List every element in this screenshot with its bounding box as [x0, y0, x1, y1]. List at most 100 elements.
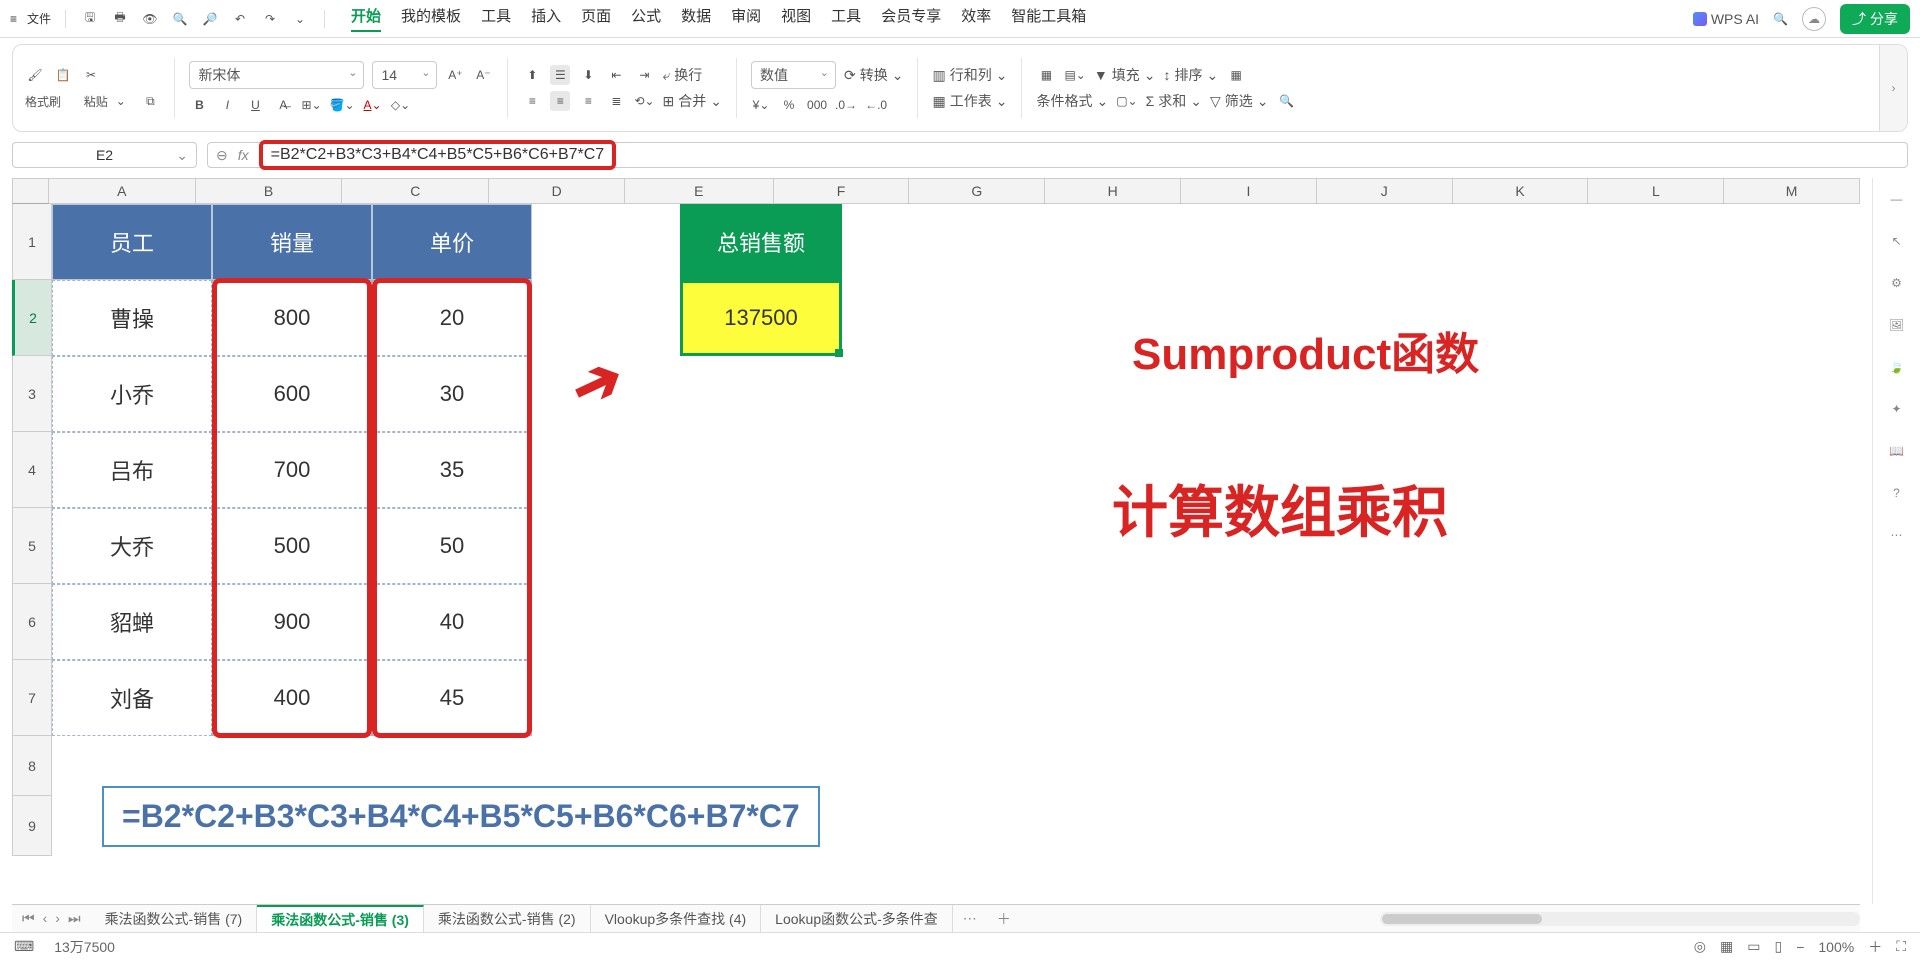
more-icon[interactable]: ▦ — [1226, 65, 1246, 85]
zoom-level[interactable]: 100% — [1818, 939, 1854, 955]
row-header-9[interactable]: 9 — [12, 796, 52, 856]
indent-inc-icon[interactable]: ⇥ — [634, 65, 654, 85]
view-mode-icon[interactable]: ◎ — [1694, 938, 1706, 955]
cell-C6[interactable]: 40 — [372, 584, 532, 660]
col-header-F[interactable]: F — [774, 178, 910, 204]
align-right-icon[interactable]: ≡ — [578, 91, 598, 111]
copy-icon[interactable]: ⧉ — [140, 91, 160, 111]
cell-B5[interactable]: 500 — [212, 508, 372, 584]
cell-A1[interactable]: 员工 — [52, 204, 212, 280]
sort-button[interactable]: ↕ 排序⌄ — [1163, 65, 1218, 85]
formula-bar[interactable]: ⊖ fx =B2*C2+B3*C3+B4*C4+B5*C5+B6*C6+B7*C… — [207, 142, 1908, 168]
strikethrough-icon[interactable]: A̶ — [273, 95, 293, 115]
preview-icon[interactable]: 👁 — [140, 12, 160, 26]
number-format-select[interactable]: 数值 — [751, 61, 836, 89]
row-header-1[interactable]: 1 — [12, 204, 52, 280]
cell-C2[interactable]: 20 — [372, 280, 532, 356]
sheet-tab[interactable]: Vlookup多条件查找 (4) — [591, 905, 762, 933]
sheet-first-icon[interactable]: ⏮ — [22, 910, 35, 927]
bold-icon[interactable]: B — [189, 95, 209, 115]
col-header-D[interactable]: D — [489, 178, 625, 204]
sheet-prev-icon[interactable]: ‹ — [43, 910, 48, 927]
sum-button[interactable]: Σ 求和⌄ — [1146, 91, 1202, 111]
share-button[interactable]: ⤴ 分享 — [1840, 4, 1910, 34]
horizontal-scrollbar[interactable] — [1380, 912, 1860, 926]
tab-公式[interactable]: 公式 — [631, 5, 661, 32]
tab-我的模板[interactable]: 我的模板 — [401, 5, 461, 32]
tab-效率[interactable]: 效率 — [961, 5, 991, 32]
cloud-icon[interactable]: ☁ — [1802, 7, 1826, 31]
font-size-select[interactable]: 14 — [372, 61, 437, 89]
row-header-4[interactable]: 4 — [12, 432, 52, 508]
cell-B3[interactable]: 600 — [212, 356, 372, 432]
worksheet-button[interactable]: ▦ 工作表⌄ — [932, 91, 1007, 111]
row-header-7[interactable]: 7 — [12, 660, 52, 736]
cell-A3[interactable]: 小乔 — [52, 356, 212, 432]
col-header-B[interactable]: B — [196, 178, 343, 204]
clear-format-icon[interactable]: ◇⌄ — [391, 95, 411, 115]
col-header-C[interactable]: C — [342, 178, 489, 204]
format-painter-icon[interactable]: 🖌 — [25, 65, 45, 85]
col-header-H[interactable]: H — [1045, 178, 1181, 204]
col-header-J[interactable]: J — [1317, 178, 1453, 204]
align-middle-icon[interactable]: ☰ — [550, 65, 570, 85]
zoom-out-icon[interactable]: − — [1796, 939, 1804, 955]
select-all-corner[interactable] — [12, 178, 49, 204]
cursor-icon[interactable]: ↖ — [1891, 234, 1901, 248]
sheet-last-icon[interactable]: ⏭ — [68, 910, 81, 927]
search-doc-icon[interactable]: 🔍 — [170, 12, 190, 26]
increase-font-icon[interactable]: A⁺ — [445, 65, 465, 85]
sheet-tab[interactable]: Lookup函数公式-多条件查 — [761, 905, 953, 933]
border-icon[interactable]: ⊞⌄ — [301, 95, 321, 115]
save-icon[interactable]: 🖫 — [80, 8, 100, 29]
tab-工具[interactable]: 工具 — [481, 5, 511, 32]
leaf-icon[interactable]: 🍃 — [1889, 360, 1904, 374]
tab-智能工具箱[interactable]: 智能工具箱 — [1011, 5, 1086, 32]
row-header-8[interactable]: 8 — [12, 736, 52, 796]
tab-视图[interactable]: 视图 — [781, 5, 811, 32]
paste-icon[interactable]: 📋 — [53, 65, 73, 85]
comma-icon[interactable]: 000 — [807, 95, 827, 115]
file-menu[interactable]: 文件 — [27, 10, 51, 27]
cell-C1[interactable]: 单价 — [372, 204, 532, 280]
cell-B7[interactable]: 400 — [212, 660, 372, 736]
format-painter-label[interactable]: 格式刷 — [25, 93, 61, 110]
tab-审阅[interactable]: 审阅 — [731, 5, 761, 32]
cell-B2[interactable]: 800 — [212, 280, 372, 356]
tab-开始[interactable]: 开始 — [351, 5, 381, 32]
replace-icon[interactable]: 🔎 — [200, 12, 220, 26]
fill-color-icon[interactable]: 🪣⌄ — [330, 95, 355, 115]
align-left-icon[interactable]: ≡ — [522, 91, 542, 111]
add-sheet-icon[interactable]: ＋ — [987, 909, 1021, 929]
row-header-2[interactable]: 2 — [12, 280, 52, 356]
format-table-icon[interactable]: ▢⌄ — [1116, 91, 1137, 111]
align-center-icon[interactable]: ≡ — [550, 91, 570, 111]
inc-decimal-icon[interactable]: .0→ — [835, 95, 857, 115]
sheet-tab[interactable]: 乘法函数公式-销售 (3) — [257, 905, 424, 933]
cut-icon[interactable]: ✂ — [81, 65, 101, 85]
cell-B6[interactable]: 900 — [212, 584, 372, 660]
spreadsheet-grid[interactable]: ABCDEFGHIJKLM 123456789 员工销量单价总销售额曹操8002… — [12, 178, 1860, 904]
col-header-L[interactable]: L — [1588, 178, 1724, 204]
col-header-K[interactable]: K — [1453, 178, 1589, 204]
fill-button[interactable]: ▼ 填充⌄ — [1094, 65, 1156, 85]
tab-工具[interactable]: 工具 — [831, 5, 861, 32]
search-icon[interactable]: 🔍 — [1773, 12, 1788, 26]
name-box[interactable]: E2 — [12, 142, 197, 168]
sheet-tab[interactable]: 乘法函数公式-销售 (7) — [91, 905, 258, 933]
help-icon[interactable]: ? — [1893, 486, 1900, 500]
row-header-6[interactable]: 6 — [12, 584, 52, 660]
cell-B4[interactable]: 700 — [212, 432, 372, 508]
cell-C4[interactable]: 35 — [372, 432, 532, 508]
page-view-icon[interactable]: ▭ — [1747, 938, 1760, 955]
row-header-3[interactable]: 3 — [12, 356, 52, 432]
book-icon[interactable]: 📖 — [1889, 444, 1904, 458]
currency-icon[interactable]: ¥⌄ — [751, 95, 771, 115]
cell-A4[interactable]: 吕布 — [52, 432, 212, 508]
justify-icon[interactable]: ≣ — [606, 91, 626, 111]
sparkle-icon[interactable]: ✦ — [1891, 402, 1901, 416]
print-icon[interactable]: 🖶 — [110, 8, 130, 29]
col-header-A[interactable]: A — [49, 178, 196, 204]
paste-label[interactable]: 粘贴 — [84, 93, 108, 110]
cell-C7[interactable]: 45 — [372, 660, 532, 736]
